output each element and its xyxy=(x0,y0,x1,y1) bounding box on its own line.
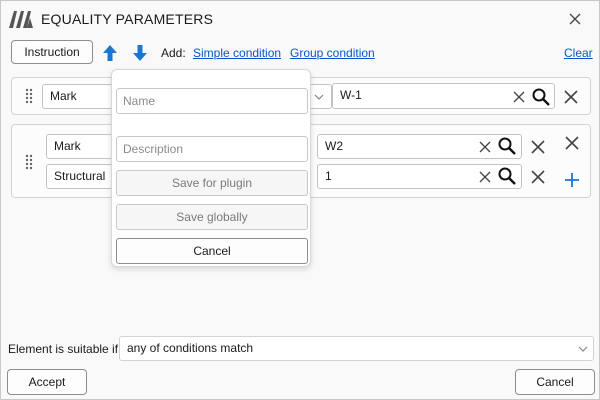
value-text: W2 xyxy=(325,139,343,153)
suitable-label: Element is suitable if xyxy=(8,342,119,356)
plus-icon[interactable] xyxy=(563,171,581,189)
name-input[interactable] xyxy=(116,88,308,114)
description-input[interactable] xyxy=(116,136,308,162)
remove-row-icon[interactable] xyxy=(529,168,547,186)
clear-value-icon[interactable] xyxy=(512,90,526,104)
clear-value-icon[interactable] xyxy=(478,170,492,184)
save-condition-popup: Save for plugin Save globally Cancel xyxy=(111,69,311,267)
save-globally-button[interactable]: Save globally xyxy=(116,204,308,230)
suitable-select[interactable]: any of conditions match xyxy=(119,336,594,361)
cancel-button[interactable]: Cancel xyxy=(515,369,595,395)
remove-condition-icon[interactable] xyxy=(562,88,580,106)
value-text: W-1 xyxy=(340,88,362,102)
remove-group-icon[interactable] xyxy=(563,134,581,152)
app-logo-icon xyxy=(9,11,33,28)
arrow-down-icon[interactable] xyxy=(131,43,149,63)
simple-condition-link[interactable]: Simple condition xyxy=(193,46,281,60)
chevron-down-icon[interactable] xyxy=(578,345,588,353)
add-label: Add: xyxy=(161,46,186,60)
drag-handle-icon[interactable] xyxy=(25,88,33,104)
parameter-value: Structural xyxy=(54,169,106,183)
search-icon[interactable] xyxy=(497,166,517,186)
title-bar: EQUALITY PARAMETERS xyxy=(1,1,599,37)
popup-cancel-button[interactable]: Cancel xyxy=(116,238,308,264)
parameter-value: Mark xyxy=(50,89,77,103)
instruction-button[interactable]: Instruction xyxy=(11,40,93,64)
arrow-up-icon[interactable] xyxy=(101,43,119,63)
chevron-down-icon[interactable] xyxy=(314,93,324,101)
group-condition-link[interactable]: Group condition xyxy=(290,46,375,60)
equality-parameters-window: EQUALITY PARAMETERS Instruction Add: Sim… xyxy=(0,0,600,400)
value-text: 1 xyxy=(325,169,332,183)
clear-link[interactable]: Clear xyxy=(564,46,593,60)
save-for-plugin-button[interactable]: Save for plugin xyxy=(116,170,308,196)
clear-value-icon[interactable] xyxy=(478,140,492,154)
close-icon[interactable] xyxy=(564,9,586,29)
remove-row-icon[interactable] xyxy=(529,138,547,156)
search-icon[interactable] xyxy=(497,136,517,156)
window-title: EQUALITY PARAMETERS xyxy=(41,11,214,27)
parameter-value: Mark xyxy=(54,139,81,153)
drag-handle-icon[interactable] xyxy=(25,154,33,170)
accept-button[interactable]: Accept xyxy=(7,369,87,395)
search-icon[interactable] xyxy=(531,87,551,107)
suitable-value: any of conditions match xyxy=(127,341,254,355)
